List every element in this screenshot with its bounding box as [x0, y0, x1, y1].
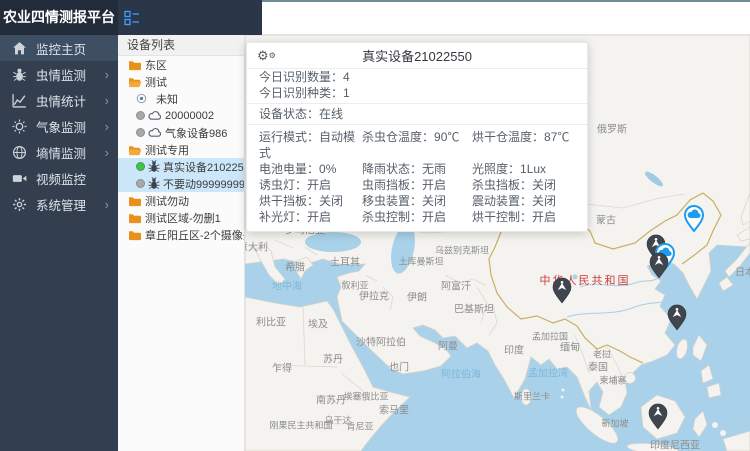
folder-label: 东区 [145, 57, 167, 73]
device-folder[interactable]: 东区 [118, 56, 244, 73]
map-marker-insect-pin[interactable] [649, 252, 669, 279]
device-item[interactable]: 20000002 [118, 107, 244, 124]
weather-device-icon [148, 110, 162, 121]
home-icon [12, 41, 27, 56]
chart-icon [12, 93, 27, 108]
app-root: 农业四情测报平台 监控主页 虫情监测 › [0, 0, 750, 451]
popup-field: 震动装置：关闭 [472, 193, 579, 209]
popup-field: 补光灯：开启 [259, 209, 362, 225]
folder-open-icon [128, 76, 142, 88]
device-item-label: 气象设备986 [165, 125, 227, 141]
status-dot-online [136, 162, 145, 171]
device-panel-header: 设备列表 [118, 35, 244, 56]
folder-label: 测试勿动 [145, 193, 189, 209]
sidebar-item-label: 气象监测 [36, 117, 86, 136]
folder-icon [128, 195, 142, 207]
popup-field: 电池电量：0% [259, 161, 362, 177]
device-item-selected[interactable]: 不要动99999999 [118, 175, 244, 192]
sidebar-item-label: 系统管理 [36, 195, 86, 214]
folder-label: 测试专用 [145, 142, 189, 158]
weather-device-icon [148, 127, 162, 138]
device-folder[interactable]: 测试专用 [118, 141, 244, 158]
popup-field: 烘干仓温度：87℃ [472, 129, 579, 161]
sidebar: 监控主页 虫情监测 › 虫情统计 › 气象监测 › [0, 35, 118, 451]
device-folder[interactable]: 测试勿动 [118, 192, 244, 209]
status-dot-offline [136, 179, 145, 188]
insect-device-icon [148, 177, 160, 190]
top-bar [118, 0, 262, 35]
sidebar-item-insect-monitor[interactable]: 虫情监测 › [0, 61, 118, 87]
popup-stat-species: 今日识别种类：1 [247, 85, 587, 104]
video-camera-icon [12, 171, 27, 186]
folder-icon [128, 59, 142, 71]
device-item-label: 不要动99999999 [163, 176, 244, 192]
chevron-right-icon: › [105, 67, 109, 82]
popup-field: 光照度：1Lux [472, 161, 579, 177]
folder-label: 测试区域-勿删1 [145, 210, 221, 226]
folder-label: 章丘阳丘区-2个摄像头 [145, 227, 244, 243]
device-folder[interactable]: 测试 [118, 73, 244, 90]
weather-icon [12, 119, 27, 134]
device-folder[interactable]: 章丘阳丘区-2个摄像头 [118, 226, 244, 243]
map-marker-weather-pin[interactable] [684, 205, 704, 232]
popup-field: 降雨状态：无雨 [362, 161, 472, 177]
folder-open-icon [128, 144, 142, 156]
map-marker-insect-pin[interactable] [552, 277, 572, 304]
sidebar-item-soil-monitor[interactable]: 墒情监测 › [0, 139, 118, 165]
chevron-right-icon: › [105, 93, 109, 108]
folder-label: 测试 [145, 74, 167, 90]
popup-field: 烘干挡板：关闭 [259, 193, 362, 209]
popup-field: 杀虫仓温度：90℃ [362, 129, 472, 161]
sidebar-item-system[interactable]: 系统管理 › [0, 191, 118, 217]
popup-field: 运行模式：自动模式 [259, 129, 362, 161]
sidebar-item-weather-monitor[interactable]: 气象监测 › [0, 113, 118, 139]
insect-icon [12, 67, 27, 82]
popup-stat-count: 今日识别数量：4 [247, 69, 587, 85]
globe-icon [12, 145, 27, 160]
folder-icon [128, 229, 142, 241]
device-info-popup: ⚙⚙ 真实设备21022550 今日识别数量：4 今日识别种类：1 设备状态：在… [246, 42, 588, 232]
map-marker-insect-pin[interactable] [648, 403, 668, 430]
popup-field: 诱虫灯：开启 [259, 177, 362, 193]
settings-gears-icon[interactable]: ⚙⚙ [257, 47, 276, 65]
gear-icon [12, 197, 27, 212]
status-dot-offline [136, 128, 145, 137]
folder-icon [128, 212, 142, 224]
status-dot-offline [136, 111, 145, 120]
popup-field: 杀虫控制：开启 [362, 209, 472, 225]
popup-field: 虫雨挡板：开启 [362, 177, 472, 193]
sidebar-item-label: 墒情监测 [36, 143, 86, 162]
sidebar-item-label: 视频监控 [36, 169, 86, 188]
sidebar-item-label: 虫情统计 [36, 91, 86, 110]
popup-device-status: 设备状态：在线 [247, 106, 587, 125]
device-panel: 设备列表 东区 测试 未知 20000002 气象设备986 测试专用 [118, 35, 245, 451]
device-item-label: 未知 [156, 91, 178, 107]
sidebar-item-label: 监控主页 [36, 39, 86, 58]
device-item-label: 真实设备21022550 [163, 159, 244, 175]
sidebar-item-label: 虫情监测 [36, 65, 86, 84]
top-bar-empty [262, 0, 750, 35]
popup-header: ⚙⚙ 真实设备21022550 [247, 43, 587, 69]
chevron-right-icon: › [105, 145, 109, 160]
device-item-unknown[interactable]: 未知 [118, 90, 244, 107]
sidebar-item-video[interactable]: 视频监控 [0, 165, 118, 191]
sidebar-item-home[interactable]: 监控主页 [0, 35, 118, 61]
map-marker-insect-pin[interactable] [667, 304, 687, 331]
device-item-selected[interactable]: 真实设备21022550 [118, 158, 244, 175]
popup-title: 真实设备21022550 [247, 46, 587, 65]
unknown-device-icon [136, 93, 147, 104]
insect-device-icon [148, 160, 160, 173]
popup-field: 烘干控制：开启 [472, 209, 579, 225]
chevron-right-icon: › [105, 197, 109, 212]
popup-field: 移虫装置：关闭 [362, 193, 472, 209]
app-title: 农业四情测报平台 [0, 0, 118, 35]
device-item-label: 20000002 [165, 110, 214, 122]
tree-list-icon[interactable] [124, 10, 140, 26]
device-item[interactable]: 气象设备986 [118, 124, 244, 141]
chevron-right-icon: › [105, 119, 109, 134]
sidebar-item-insect-stats[interactable]: 虫情统计 › [0, 87, 118, 113]
popup-field: 杀虫挡板：关闭 [472, 177, 579, 193]
popup-detail-grid: 运行模式：自动模式 杀虫仓温度：90℃ 烘干仓温度：87℃ 电池电量：0% 降雨… [247, 127, 587, 231]
device-folder[interactable]: 测试区域-勿删1 [118, 209, 244, 226]
